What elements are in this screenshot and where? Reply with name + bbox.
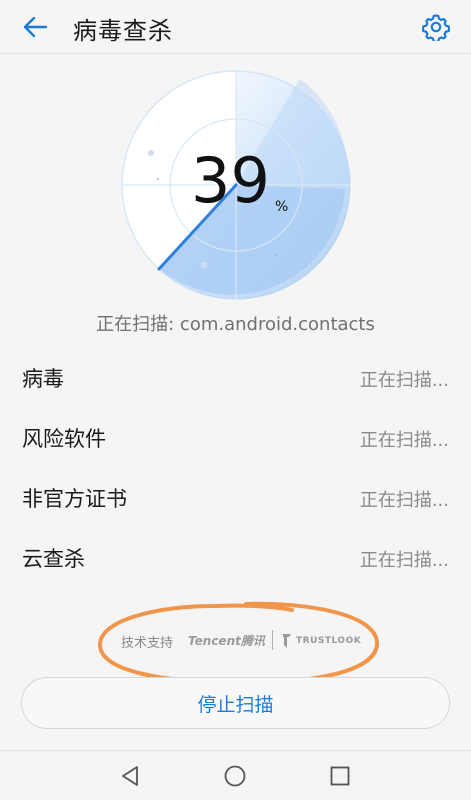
list-item: 病毒 正在扫描... — [0, 348, 471, 408]
square-recent-icon[interactable] — [328, 764, 352, 788]
highlight-annotation — [97, 601, 380, 686]
item-status: 正在扫描... — [359, 430, 449, 451]
back-button[interactable] — [18, 10, 52, 44]
item-status: 正在扫描... — [359, 490, 449, 511]
item-label: 风险软件 — [22, 427, 106, 451]
circle-home-icon[interactable] — [223, 764, 247, 788]
settings-button[interactable] — [419, 10, 453, 44]
app-header: 病毒查杀 — [0, 0, 471, 54]
item-label: 云查杀 — [22, 547, 85, 571]
percent-sign: % — [275, 199, 289, 215]
page-title: 病毒查杀 — [73, 17, 173, 45]
list-item: 非官方证书 正在扫描... — [0, 468, 471, 528]
gear-icon — [422, 14, 450, 41]
item-label: 病毒 — [22, 367, 64, 391]
triangle-back-icon[interactable] — [118, 764, 142, 788]
item-status: 正在扫描... — [359, 550, 449, 571]
item-status: 正在扫描... — [359, 370, 449, 391]
stop-scan-button[interactable]: 停止扫描 — [21, 677, 450, 729]
system-nav-bar — [0, 750, 471, 800]
item-label: 非官方证书 — [22, 487, 127, 511]
scanning-status: 正在扫描: com.android.contacts — [96, 314, 375, 335]
scan-progress-value: 39 — [191, 144, 270, 217]
arrow-left-icon — [23, 16, 48, 38]
scan-item-list: 病毒 正在扫描... 风险软件 正在扫描... 非官方证书 正在扫描... 云查… — [0, 348, 471, 588]
list-item: 云查杀 正在扫描... — [0, 528, 471, 588]
list-item: 风险软件 正在扫描... — [0, 408, 471, 468]
